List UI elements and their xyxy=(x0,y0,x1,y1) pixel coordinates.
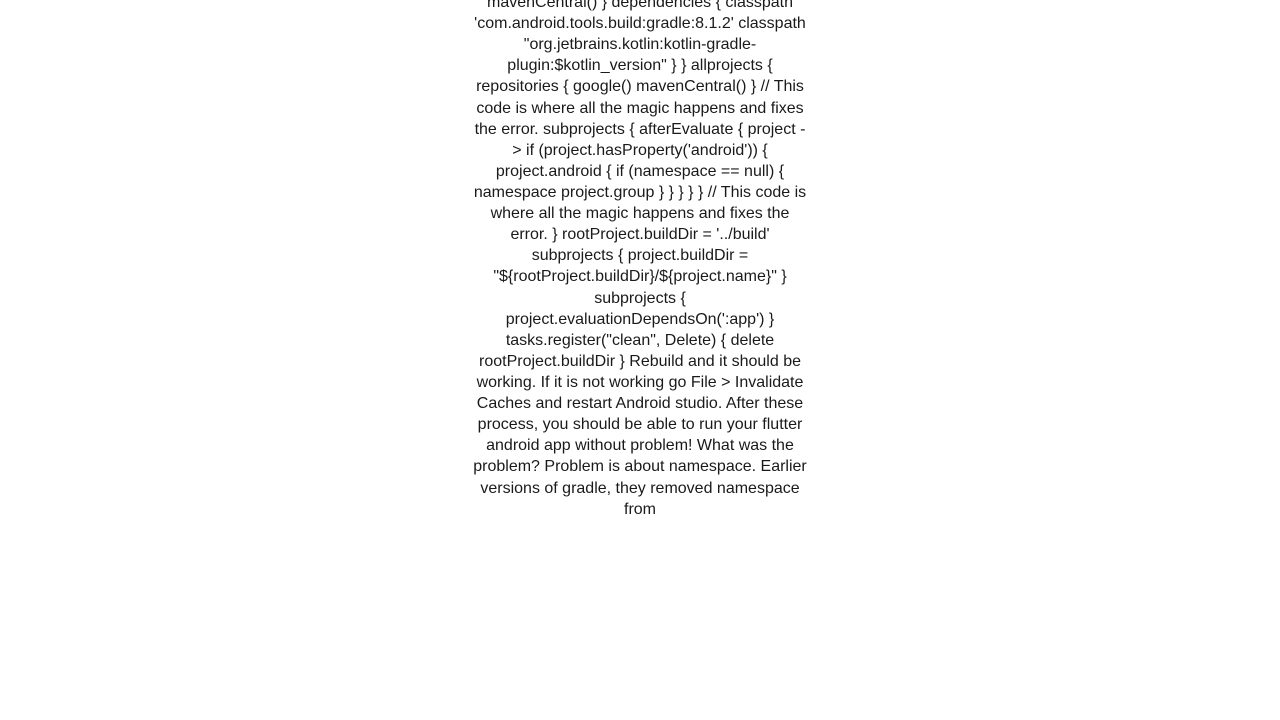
article-body: mavenCentral() } dependencies { classpat… xyxy=(470,0,810,520)
